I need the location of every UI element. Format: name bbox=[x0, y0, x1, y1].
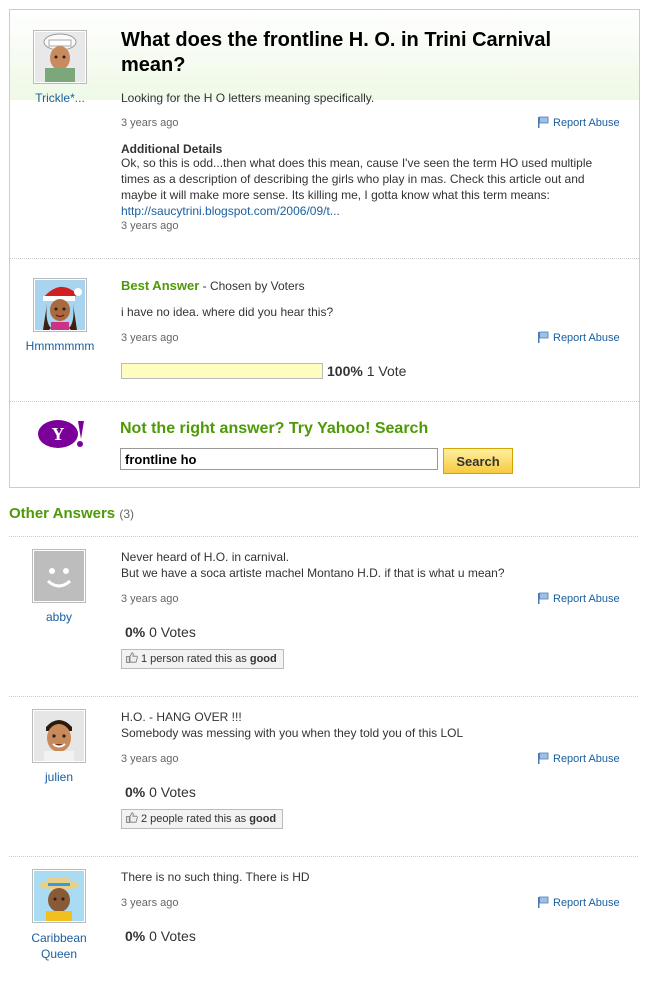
details-time: 3 years ago bbox=[121, 220, 179, 232]
thumbs-up-icon bbox=[126, 812, 138, 823]
details-body: Ok, so this is odd...then what does this… bbox=[121, 156, 593, 202]
rated-word: good bbox=[249, 653, 277, 665]
divider bbox=[9, 696, 638, 697]
search-prompt: Not the right answer? Try Yahoo! Search bbox=[120, 420, 429, 437]
other-answers-count: (3) bbox=[119, 507, 134, 521]
question-title: What does the frontline H. O. in Trini C… bbox=[121, 29, 552, 76]
best-answer-text: i have no idea. where did you hear this? bbox=[121, 305, 334, 319]
divider bbox=[10, 258, 639, 259]
answer-avatar[interactable] bbox=[32, 709, 86, 763]
answer-line: There is no such thing. There is HD bbox=[121, 870, 310, 884]
svg-text:Y: Y bbox=[52, 424, 65, 444]
question-panel: Trickle*... What does the frontline H. O… bbox=[9, 9, 640, 488]
vote-result: 100% 1 Vote bbox=[327, 363, 406, 379]
rated-text: 1 person rated this as bbox=[141, 653, 250, 665]
details-text: Ok, so this is odd...then what does this… bbox=[121, 155, 617, 219]
search-input[interactable] bbox=[120, 448, 438, 470]
answer-time: 3 years ago bbox=[121, 753, 179, 765]
answer-vote-count: 0 Votes bbox=[149, 928, 196, 944]
question-body: Looking for the H O letters meaning spec… bbox=[121, 91, 375, 105]
answer-user[interactable]: Caribbean Queen bbox=[19, 930, 99, 962]
yahoo-logo-icon: Y bbox=[38, 420, 84, 448]
best-answer-avatar-image bbox=[35, 280, 85, 330]
answer-user-line: Caribbean bbox=[31, 931, 87, 945]
report-label: Report Abuse bbox=[553, 332, 620, 344]
vote-count: 1 Vote bbox=[366, 363, 407, 379]
rated-text: 2 people rated this as bbox=[141, 813, 250, 825]
divider bbox=[9, 536, 638, 537]
report-label: Report Abuse bbox=[553, 897, 620, 909]
answer-vote-pct: 0% bbox=[125, 784, 146, 800]
rated-good-button[interactable]: 2 people rated this as good bbox=[121, 809, 284, 829]
asker-avatar[interactable] bbox=[33, 30, 87, 84]
other-answers-heading: Other Answers (3) bbox=[9, 505, 134, 522]
flag-icon bbox=[538, 592, 549, 604]
answer-avatar-image bbox=[34, 711, 84, 761]
thumbs-up-icon bbox=[126, 652, 138, 663]
answer-avatar-image bbox=[34, 871, 84, 921]
answer-time: 3 years ago bbox=[121, 897, 179, 909]
details-link[interactable]: http://saucytrini.blogspot.com/2006/09/t… bbox=[121, 204, 340, 218]
answer-report-abuse[interactable]: Report Abuse bbox=[537, 752, 620, 765]
yahoo-logo: Y bbox=[38, 419, 86, 449]
answer-votes: 0% 0 Votes bbox=[125, 928, 196, 944]
report-label: Report Abuse bbox=[553, 753, 620, 765]
vote-bar-fill bbox=[122, 364, 322, 378]
answer-line: But we have a soca artiste machel Montan… bbox=[121, 566, 505, 580]
question-time: 3 years ago bbox=[121, 117, 179, 129]
question-report-abuse[interactable]: Report Abuse bbox=[537, 116, 620, 129]
other-answers-label: Other Answers bbox=[9, 505, 116, 522]
search-button[interactable]: Search bbox=[443, 448, 513, 474]
answer-user[interactable]: abby bbox=[19, 610, 99, 624]
answer-avatar[interactable] bbox=[32, 869, 86, 923]
report-label: Report Abuse bbox=[553, 117, 620, 129]
best-answer-report-abuse[interactable]: Report Abuse bbox=[537, 331, 620, 344]
flag-icon bbox=[538, 896, 549, 908]
flag-icon bbox=[538, 116, 549, 128]
flag-icon bbox=[538, 752, 549, 764]
best-answer-time: 3 years ago bbox=[121, 332, 179, 344]
answer-avatar[interactable] bbox=[32, 549, 86, 603]
report-label: Report Abuse bbox=[553, 593, 620, 605]
asker-name[interactable]: Trickle*... bbox=[20, 91, 100, 105]
answer-user[interactable]: julien bbox=[19, 770, 99, 784]
answer-line: Somebody was messing with you when they … bbox=[121, 726, 464, 740]
default-avatar-icon bbox=[34, 551, 84, 601]
answer-vote-pct: 0% bbox=[125, 624, 146, 640]
best-answer-chosen: - Chosen by Voters bbox=[199, 279, 305, 293]
best-answer-heading: Best Answer - Chosen by Voters bbox=[121, 278, 305, 293]
vote-pct: 100% bbox=[327, 363, 363, 379]
rated-good-button[interactable]: 1 person rated this as good bbox=[121, 649, 284, 669]
rated-word: good bbox=[249, 813, 277, 825]
answer-line: Never heard of H.O. in carnival. bbox=[121, 550, 290, 564]
divider bbox=[9, 856, 638, 857]
flag-icon bbox=[538, 331, 549, 343]
answer-vote-pct: 0% bbox=[125, 928, 146, 944]
asker-avatar-image bbox=[35, 32, 85, 82]
best-answer-avatar[interactable] bbox=[33, 278, 87, 332]
answer-votes: 0% 0 Votes bbox=[125, 624, 196, 640]
answer-report-abuse[interactable]: Report Abuse bbox=[537, 896, 620, 909]
answer-user-line: Queen bbox=[40, 947, 78, 961]
divider bbox=[10, 401, 639, 402]
answer-votes: 0% 0 Votes bbox=[125, 784, 196, 800]
answer-vote-count: 0 Votes bbox=[149, 624, 196, 640]
best-answer-user[interactable]: Hmmmmmm bbox=[20, 339, 100, 353]
vote-bar bbox=[121, 363, 323, 379]
best-answer-label: Best Answer bbox=[121, 278, 200, 293]
answer-line: H.O. - HANG OVER !!! bbox=[121, 710, 242, 724]
answer-report-abuse[interactable]: Report Abuse bbox=[537, 592, 620, 605]
answer-time: 3 years ago bbox=[121, 593, 179, 605]
answer-vote-count: 0 Votes bbox=[149, 784, 196, 800]
